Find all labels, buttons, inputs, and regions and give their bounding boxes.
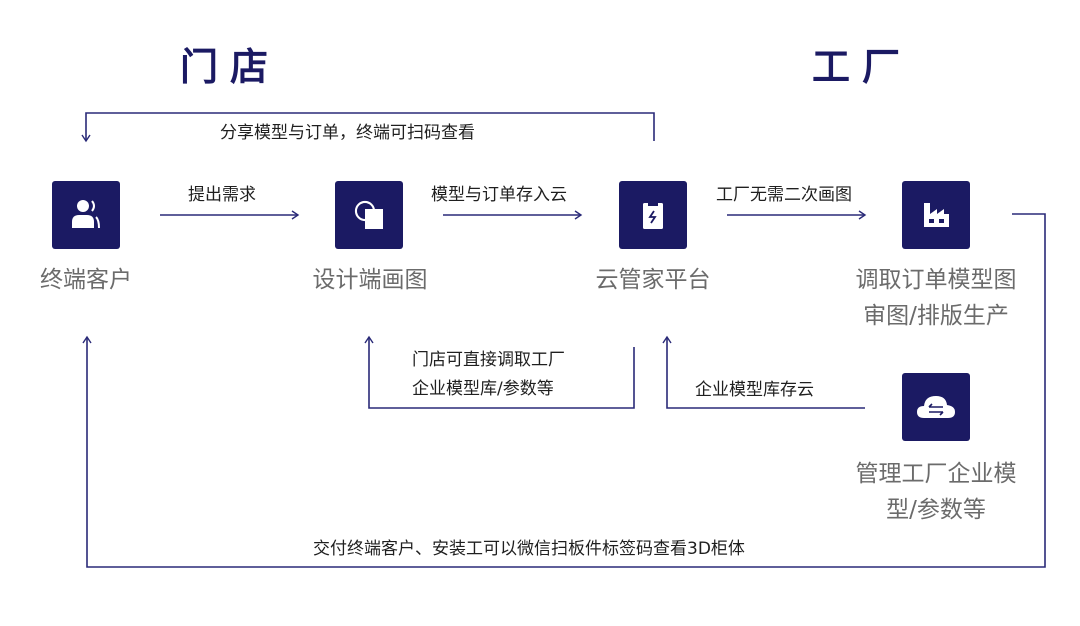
- edge-label-cloud-to-factory: 工厂无需二次画图: [716, 185, 852, 205]
- factory-icon: [924, 203, 949, 227]
- design-node[interactable]: [335, 181, 403, 249]
- customer-node[interactable]: [52, 181, 120, 249]
- cloud-platform-label: 云管家平台: [595, 267, 711, 293]
- edge-label-store-to-cloud: 模型与订单存入云: [431, 185, 567, 205]
- edge-label-delivery: 交付终端客户、安装工可以微信扫板件标签码查看3D柜体: [313, 539, 745, 559]
- factory-models-label-line2: 型/参数等: [886, 497, 986, 523]
- customer-label: 终端客户: [40, 267, 132, 293]
- factory-models-label-line1: 管理工厂企业模: [855, 461, 1017, 487]
- factory-node[interactable]: [902, 181, 970, 249]
- edge-label-fetch-line2: 企业模型库/参数等: [412, 379, 554, 399]
- design-label: 设计端画图: [312, 267, 428, 293]
- edge-label-model-store: 企业模型库存云: [695, 380, 814, 400]
- edge-label-request: 提出需求: [188, 185, 256, 205]
- edge-label-share: 分享模型与订单，终端可扫码查看: [220, 123, 475, 143]
- cloud-platform-node[interactable]: [619, 181, 687, 249]
- user-group-icon: [72, 200, 100, 229]
- cloud-sync-icon: [917, 396, 955, 418]
- factory-models-node[interactable]: [902, 373, 970, 441]
- clipboard-bolt-icon: [643, 202, 663, 229]
- factory-label-line2: 审图/排版生产: [863, 303, 1009, 329]
- factory-label-line1: 调取订单模型图: [855, 267, 1017, 293]
- edge-label-fetch-line1: 门店可直接调取工厂: [412, 350, 565, 370]
- shape-overlap-icon: [354, 200, 383, 229]
